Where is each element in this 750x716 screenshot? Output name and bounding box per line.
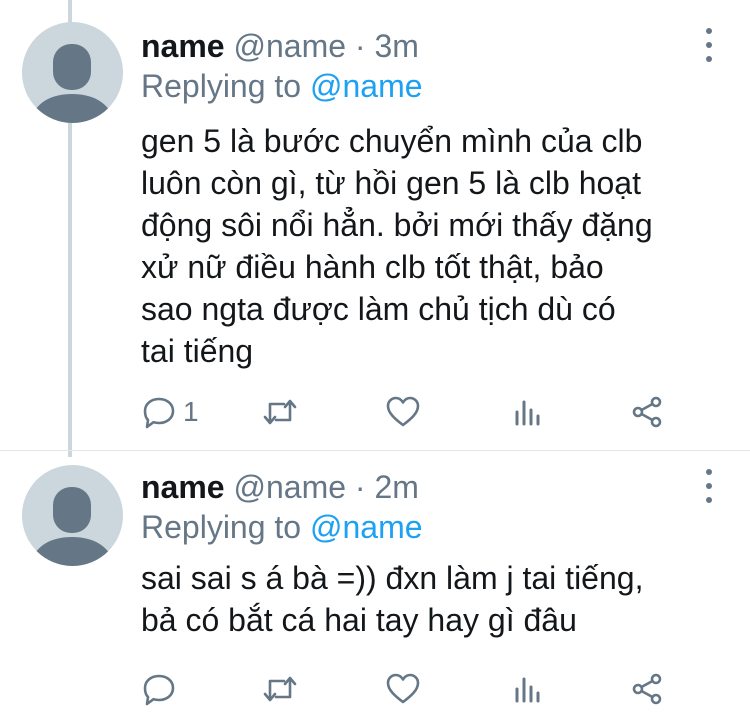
share-icon	[632, 673, 662, 705]
reply-icon	[143, 674, 175, 706]
analytics-icon	[515, 677, 540, 703]
timestamp[interactable]: 3m	[374, 28, 418, 64]
share-icon	[632, 396, 662, 428]
retweet-icon	[263, 399, 297, 425]
reply-button[interactable]: 1	[141, 392, 199, 432]
default-avatar-icon	[30, 487, 115, 566]
replying-to-label: Replying to	[141, 68, 302, 104]
display-name[interactable]: name	[141, 28, 225, 64]
heart-icon	[386, 673, 420, 704]
replying-to: Replying to @name	[141, 68, 423, 104]
avatar[interactable]	[22, 465, 123, 566]
reply-count: 1	[183, 396, 199, 427]
separator-dot: ·	[354, 469, 366, 505]
timestamp[interactable]: 2m	[374, 469, 418, 505]
more-vertical-icon[interactable]	[702, 469, 716, 503]
share-button[interactable]	[629, 392, 665, 432]
analytics-icon	[515, 400, 540, 426]
user-handle[interactable]: @name	[233, 28, 346, 64]
avatar[interactable]	[22, 22, 123, 123]
retweet-icon	[263, 676, 297, 702]
analytics-button[interactable]	[509, 392, 545, 432]
like-button[interactable]	[385, 669, 421, 709]
heart-icon	[386, 396, 420, 427]
tweet[interactable]: name @name · 2m Replying to @name sai sa…	[0, 450, 750, 716]
user-handle[interactable]: @name	[233, 469, 346, 505]
tweet-actions	[141, 669, 671, 709]
share-button[interactable]	[629, 669, 665, 709]
tweet-text: gen 5 là bước chuyển mình của clb luôn c…	[141, 123, 653, 369]
analytics-button[interactable]	[509, 669, 545, 709]
replying-to: Replying to @name	[141, 509, 423, 545]
retweet-button[interactable]	[261, 669, 299, 709]
tweet-header: name @name · 2m	[141, 469, 690, 505]
replying-to-label: Replying to	[141, 509, 302, 545]
tweet-text: sai sai s á bà =)) đxn làm j tai tiếng, …	[141, 560, 644, 638]
separator-dot: ·	[354, 28, 366, 64]
mention-link[interactable]: @name	[310, 509, 423, 545]
mention-link[interactable]: @name	[310, 68, 423, 104]
display-name[interactable]: name	[141, 469, 225, 505]
like-button[interactable]	[385, 392, 421, 432]
tweet-actions: 1	[141, 392, 671, 432]
more-vertical-icon[interactable]	[702, 28, 716, 62]
retweet-button[interactable]	[261, 392, 299, 432]
reply-button[interactable]	[141, 669, 183, 709]
tweet-header: name @name · 3m	[141, 28, 690, 64]
reply-icon	[143, 397, 175, 429]
default-avatar-icon	[30, 44, 115, 123]
tweet[interactable]: name @name · 3m Replying to @name gen 5 …	[0, 0, 750, 450]
